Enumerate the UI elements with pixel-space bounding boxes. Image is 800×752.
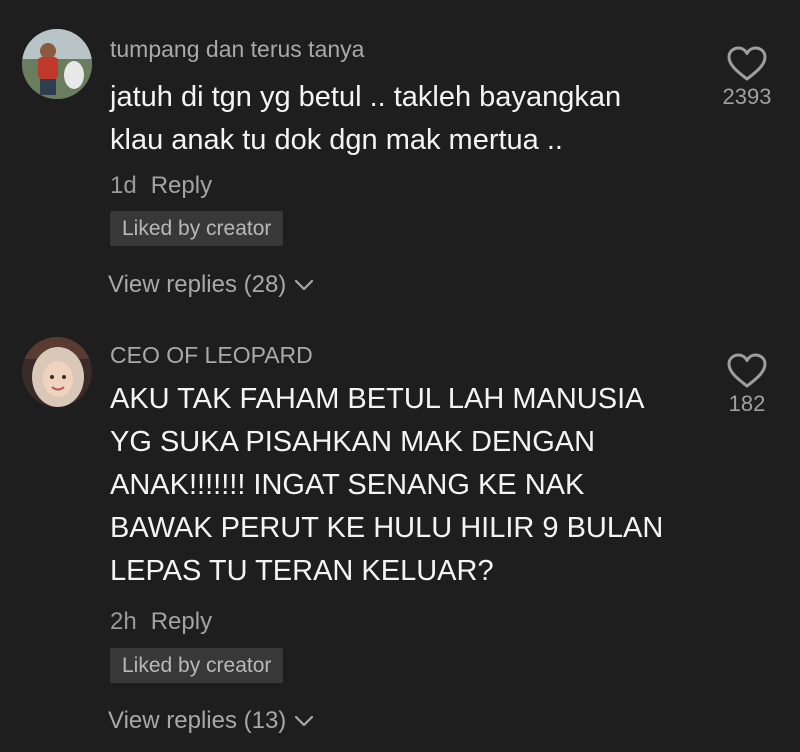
view-replies-button[interactable]: View replies (13) [108,707,314,735]
liked-by-creator-badge: Liked by creator [110,648,284,683]
comment-meta: 1d Reply [110,172,212,200]
comment-meta: 2h Reply [110,608,212,636]
comment-item: tumpang dan terus tanya jatuh di tgn yg … [0,0,800,320]
comment-text-line: BAWAK PERUT KE HULU HILIR 9 BULAN [110,512,664,544]
like-count: 182 [728,391,766,416]
comment-timestamp: 1d [110,172,137,199]
comment-text-line: YG SUKA PISAHKAN MAK DENGAN [110,426,596,458]
comment-text-line: AKU TAK FAHAM BETUL LAH MANUSIA [110,383,645,415]
heart-icon[interactable] [727,46,767,82]
view-replies-label: View replies (13) [108,707,287,734]
comment-text: AKU TAK FAHAM BETUL LAH MANUSIA YG SUKA … [110,378,663,593]
comment-username[interactable]: CEO OF LEOPARD [110,342,313,369]
reply-button[interactable]: Reply [151,172,212,199]
comment-timestamp: 2h [110,608,137,635]
comment-text-line: ANAK!!!!!!! INGAT SENANG KE NAK [110,469,585,501]
comment-username[interactable]: tumpang dan terus tanya [110,36,364,63]
comment-item: CEO OF LEOPARD AKU TAK FAHAM BETUL LAH M… [0,320,800,752]
like-count: 2393 [722,84,772,109]
chevron-down-icon [295,279,314,291]
heart-icon[interactable] [727,353,767,389]
view-replies-button[interactable]: View replies (28) [108,271,314,299]
like-group: 182 [712,353,782,417]
comment-text-line: LEPAS TU TERAN KELUAR? [110,555,494,587]
comment-text-line: jatuh di tgn yg betul .. takleh bayangka… [110,81,622,113]
comment-text-line: klau anak tu dok dgn mak mertua .. [110,124,563,156]
liked-by-creator-badge: Liked by creator [110,211,284,246]
view-replies-label: View replies (28) [108,271,287,298]
chevron-down-icon [295,715,314,727]
avatar[interactable] [22,29,92,99]
like-group: 2393 [712,46,782,110]
avatar[interactable] [22,337,92,407]
reply-button[interactable]: Reply [151,608,212,635]
comment-text: jatuh di tgn yg betul .. takleh bayangka… [110,76,621,162]
